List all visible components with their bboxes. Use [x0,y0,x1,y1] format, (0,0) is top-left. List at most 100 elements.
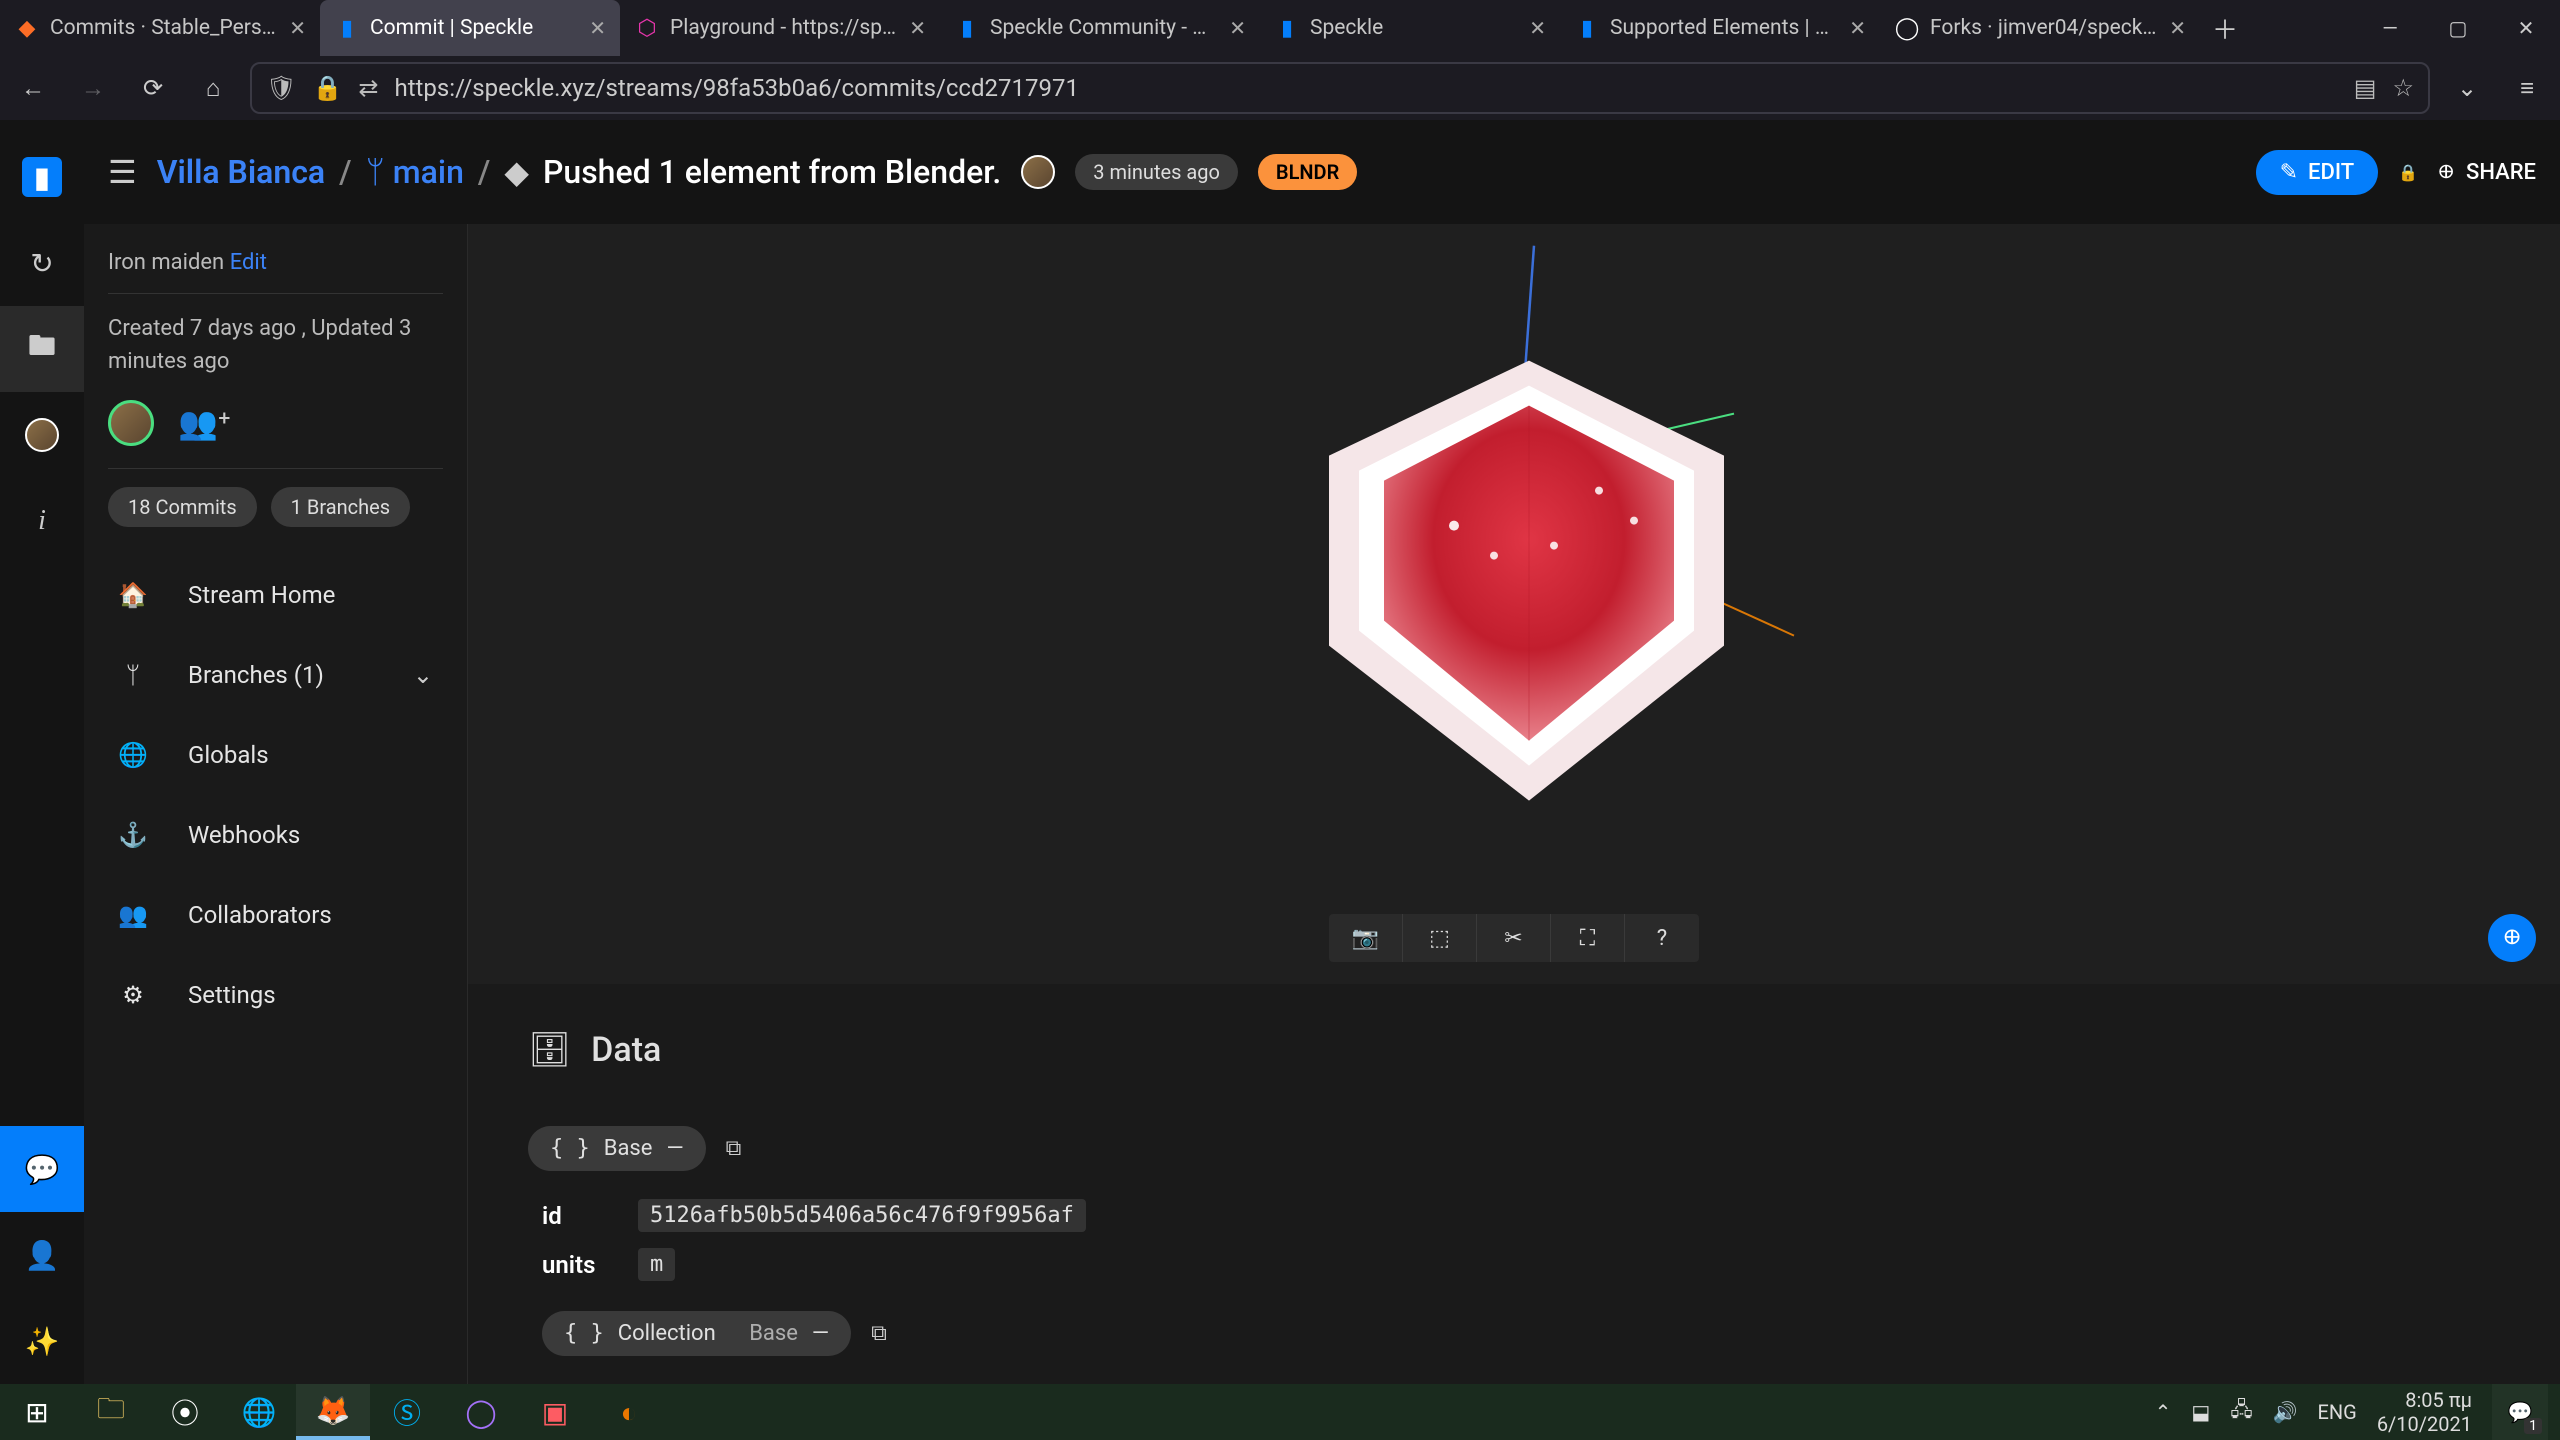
branches-chip[interactable]: 1 Branches [271,487,410,527]
browser-tab[interactable]: ⬡Playground - https://speckle.✕ [620,0,940,56]
close-icon[interactable]: ✕ [1849,16,1866,40]
rail-feedback[interactable]: 💬 [0,1126,84,1212]
volume-icon[interactable]: 🔊 [2273,1400,2298,1424]
lock-icon[interactable]: 🔒 [2398,163,2418,182]
edit-description-link[interactable]: Edit [230,250,267,275]
maximize-button[interactable]: ▢ [2424,16,2492,40]
dropbox-icon[interactable]: ⬓ [2191,1400,2210,1424]
nav-webhooks[interactable]: ⚓Webhooks [108,795,443,875]
browser-tab[interactable]: ◆Commits · Stable_PersonalSp✕ [0,0,320,56]
source-chip: BLNDR [1258,154,1357,190]
speckle-icon: ▮ [954,15,980,41]
nav-settings[interactable]: ⚙Settings [108,955,443,1035]
tab-title: Commits · Stable_PersonalSp [50,16,279,40]
breadcrumb-branch[interactable]: ᛘmain [366,153,464,191]
taskbar-firefox[interactable]: 🦊 [296,1384,370,1440]
shield-icon[interactable]: 🛡 [266,74,296,102]
taskbar-explorer[interactable]: 🗀 [74,1384,148,1440]
taskbar-github[interactable]: ◯ [444,1384,518,1440]
close-icon[interactable]: ✕ [589,16,606,40]
rail-info[interactable]: i [0,478,84,564]
screenshot-button[interactable]: 📷 [1329,914,1403,962]
section-button[interactable]: ✂ [1477,914,1551,962]
help-button[interactable]: ? [1625,914,1699,962]
rail-streams[interactable]: 🖿 [0,306,84,392]
tab-title: Speckle [1310,16,1519,40]
minimize-button[interactable]: — [2356,16,2424,40]
menu-icon[interactable]: ☰ [108,153,137,191]
nav-stream-home[interactable]: 🏠Stream Home [108,555,443,635]
lock-icon[interactable]: 🔒 [312,74,342,102]
rail-activity[interactable]: ↻ [0,220,84,306]
browser-tab[interactable]: ◯Forks · jimver04/speckle-unre✕ [1880,0,2200,56]
blender-icon: ◐ [621,1396,638,1429]
fullscreen-button[interactable]: ⛶ [1551,914,1625,962]
view-mode-button[interactable]: ⬚ [1403,914,1477,962]
add-collaborator-button[interactable]: 👥⁺ [178,404,231,442]
edit-button[interactable]: ✎EDIT [2256,150,2379,195]
close-icon[interactable]: ✕ [1229,16,1246,40]
browser-tabs: ◆Commits · Stable_PersonalSp✕ ▮Commit | … [0,0,2356,56]
close-icon[interactable]: ✕ [1529,16,1546,40]
network-icon[interactable]: 🖧 [2230,1395,2252,1429]
open-external-button[interactable]: ⧉ [871,1321,887,1346]
divider [108,293,443,294]
new-tab-button[interactable]: ＋ [2200,0,2250,56]
menu-button[interactable]: ≡ [2504,65,2550,111]
tray-chevron-icon[interactable]: ⌃ [2155,1400,2172,1424]
language-indicator[interactable]: ENG [2318,1400,2357,1424]
stream-meta: Created 7 days ago , Updated 3 minutes a… [108,312,443,378]
taskbar-chrome[interactable]: 🌐 [222,1384,296,1440]
collection-pill[interactable]: { }Collection Base— [542,1311,851,1356]
notifications-button[interactable]: 💬1 [2492,1384,2548,1440]
3d-viewer[interactable]: 📷 ⬚ ✂ ⛶ ? ᪠ [468,224,2560,984]
nav-label: Globals [188,741,269,769]
browser-tab[interactable]: ▮Speckle Community - Where✕ [940,0,1260,56]
home-button[interactable]: ⌂ [190,65,236,111]
start-button[interactable]: ⊞ [0,1384,74,1440]
browser-tab[interactable]: ▮Speckle✕ [1260,0,1560,56]
permissions-icon[interactable]: ⇄ [358,74,378,102]
rail-users[interactable]: 👤 [0,1212,84,1298]
browser-tab[interactable]: ▮Supported Elements | Speckl✕ [1560,0,1880,56]
prop-value: m [638,1248,675,1281]
base-pill[interactable]: { }Base— [528,1126,706,1171]
back-button[interactable]: ← [10,65,56,111]
close-icon[interactable]: ✕ [2169,16,2186,40]
bookmark-icon[interactable]: ☆ [2392,74,2414,102]
pocket-icon[interactable]: ⌄ [2444,65,2490,111]
author-avatar[interactable] [1021,155,1055,189]
url-bar[interactable]: 🛡 🔒 ⇄ https://speckle.xyz/streams/98fa53… [250,62,2430,114]
sparkle-icon: ✨ [25,1325,60,1358]
close-window-button[interactable]: ✕ [2492,16,2560,40]
windows-icon: ⊞ [25,1396,48,1429]
taskbar-skype[interactable]: Ⓢ [370,1384,444,1440]
breadcrumb-project[interactable]: Villa Bianca [157,153,325,191]
chrome-icon: 🌐 [242,1396,277,1429]
collaborator-avatar[interactable] [108,400,154,446]
rail-extras[interactable]: ✨ [0,1298,84,1384]
commits-chip[interactable]: 18 Commits [108,487,257,527]
share-button[interactable]: ᪠SHARE [2438,155,2536,190]
browser-tab-active[interactable]: ▮Commit | Speckle✕ [320,0,620,56]
nav-label: Collaborators [188,901,332,929]
nav-branches[interactable]: ᛘBranches (1)⌄ [108,635,443,715]
close-icon[interactable]: ✕ [909,16,926,40]
taskbar-rider[interactable]: ▣ [518,1384,592,1440]
nav-globals[interactable]: 🌐Globals [108,715,443,795]
database-icon: 🗄 [528,1030,571,1070]
nav-collaborators[interactable]: 👥Collaborators [108,875,443,955]
share-fab[interactable]: ᪠ [2488,914,2536,962]
forward-button[interactable]: → [70,65,116,111]
open-external-button[interactable]: ⧉ [726,1136,742,1161]
speckle-icon: ▮ [1574,15,1600,41]
close-icon[interactable]: ✕ [289,16,306,40]
rail-logo[interactable]: ▮ [0,134,84,220]
taskbar-unreal[interactable]: ⦿ [148,1384,222,1440]
taskbar-clock[interactable]: 8:05 πμ6/10/2021 [2377,1388,2472,1436]
taskbar-blender[interactable]: ◐ [592,1384,666,1440]
reload-button[interactable]: ⟳ [130,65,176,111]
reader-icon[interactable]: ▤ [2354,74,2377,102]
skype-icon: Ⓢ [393,1392,421,1432]
rail-profile[interactable] [0,392,84,478]
